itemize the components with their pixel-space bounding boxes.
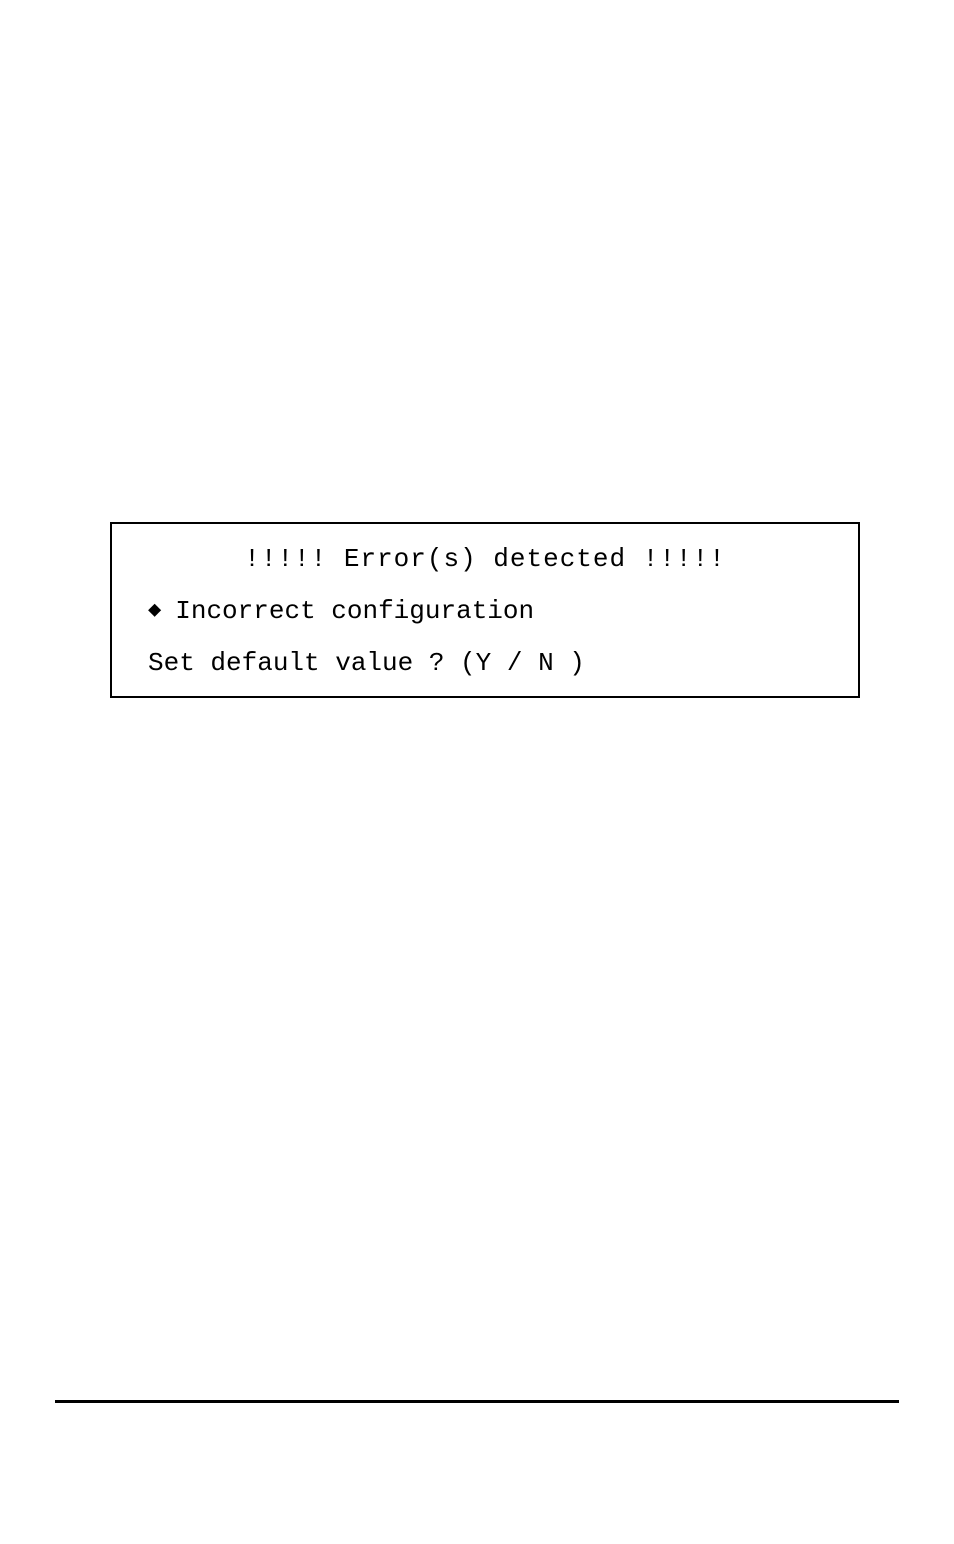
- error-dialog: !!!!! Error(s) detected !!!!! ◆ Incorrec…: [110, 522, 860, 698]
- horizontal-rule: [55, 1400, 899, 1403]
- error-item: ◆ Incorrect configuration: [142, 596, 828, 626]
- error-message: Incorrect configuration: [175, 596, 534, 626]
- dialog-title: !!!!! Error(s) detected !!!!!: [142, 544, 828, 574]
- diamond-icon: ◆: [148, 600, 161, 622]
- set-default-prompt[interactable]: Set default value ? (Y / N ): [142, 648, 828, 678]
